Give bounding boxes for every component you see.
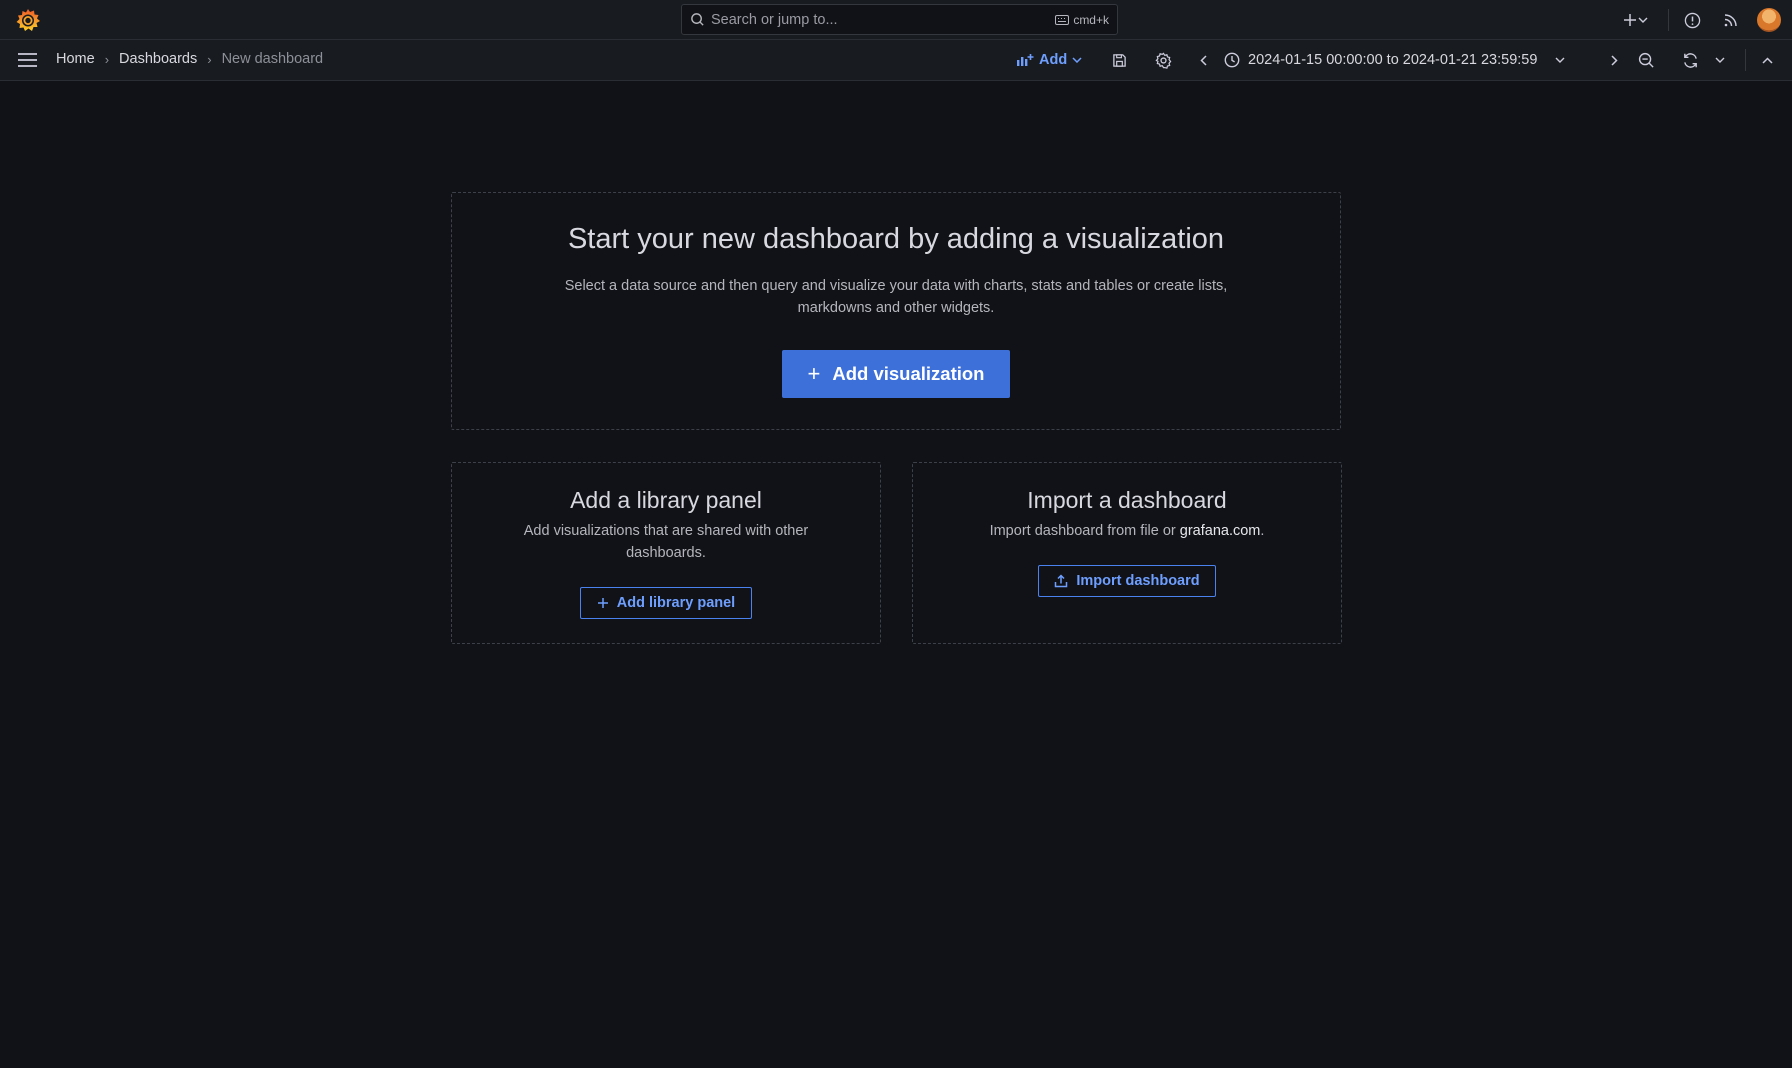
empty-dashboard-panel: Start your new dashboard by adding a vis… (451, 192, 1341, 430)
menu-icon[interactable] (17, 51, 38, 69)
library-panel-title: Add a library panel (570, 487, 762, 513)
import-dashboard-card: Import a dashboard Import dashboard from… (912, 462, 1342, 644)
plus-icon (597, 597, 609, 609)
chevron-right-icon[interactable] (1604, 50, 1624, 70)
import-dashboard-description: Import dashboard from file or grafana.co… (953, 520, 1301, 542)
search-input[interactable]: Search or jump to... cmd+k (681, 4, 1118, 35)
add-button[interactable]: Add (1016, 50, 1087, 70)
import-dashboard-title: Import a dashboard (1027, 487, 1227, 513)
breadcrumb-current: New dashboard (221, 51, 324, 67)
refresh-icon[interactable] (1680, 50, 1700, 70)
chevron-down-icon[interactable] (1637, 10, 1649, 30)
breadcrumb-home[interactable]: Home (56, 51, 95, 67)
add-panel-icon (1017, 54, 1034, 66)
breadcrumb-dashboards[interactable]: Dashboards (119, 51, 197, 67)
top-bar: Search or jump to... cmd+k (0, 0, 1792, 40)
clock-icon (1224, 52, 1240, 68)
chevron-right-icon: › (104, 51, 110, 67)
upload-icon (1054, 574, 1068, 588)
import-dashboard-button[interactable]: Import dashboard (1038, 565, 1216, 597)
add-library-panel-button[interactable]: Add library panel (580, 587, 752, 619)
empty-dashboard-description: Select a data source and then query and … (564, 278, 1228, 316)
keyboard-shortcut: cmd+k (1055, 13, 1109, 27)
save-icon[interactable] (1109, 50, 1129, 70)
import-dashboard-label: Import dashboard (1076, 573, 1200, 589)
chevron-down-icon (1555, 57, 1565, 63)
grafana-com-link[interactable]: grafana.com (1180, 523, 1261, 539)
add-visualization-button[interactable]: + Add visualization (782, 350, 1010, 398)
search-placeholder: Search or jump to... (711, 11, 838, 28)
add-visualization-label: Add visualization (832, 363, 985, 384)
empty-dashboard-title: Start your new dashboard by adding a vis… (567, 223, 1225, 255)
add-label: Add (1039, 52, 1068, 68)
chevron-down-icon (1072, 57, 1082, 63)
time-range-picker[interactable]: 2024-01-15 00:00:00 to 2024-01-21 23:59:… (1224, 50, 1565, 70)
plus-icon: + (807, 361, 821, 386)
library-panel-card: Add a library panel Add visualizations t… (451, 462, 881, 644)
time-range-label: 2024-01-15 00:00:00 to 2024-01-21 23:59:… (1248, 52, 1538, 68)
shortcut-label: cmd+k (1073, 12, 1109, 27)
chevron-right-icon: › (207, 51, 212, 67)
keyboard-icon (1055, 14, 1070, 25)
help-icon[interactable] (1682, 10, 1702, 30)
avatar[interactable] (1757, 8, 1781, 32)
toolbar: Home › Dashboards › New dashboard Add 20… (0, 40, 1792, 81)
import-description-suffix: . (1260, 523, 1265, 539)
search-icon (691, 13, 704, 26)
chevron-left-icon[interactable] (1193, 50, 1213, 70)
divider (1745, 49, 1746, 71)
library-panel-description: Add visualizations that are shared with … (523, 523, 809, 561)
grafana-logo-icon[interactable] (14, 7, 42, 33)
gear-icon[interactable] (1153, 50, 1173, 70)
divider (1668, 9, 1669, 31)
breadcrumb: Home › Dashboards › New dashboard (56, 51, 323, 67)
add-library-panel-label: Add library panel (616, 595, 736, 611)
rss-news-icon[interactable] (1721, 10, 1741, 30)
chevron-down-icon[interactable] (1714, 50, 1726, 70)
zoom-out-icon[interactable] (1636, 50, 1656, 70)
chevron-up-icon[interactable] (1757, 50, 1777, 70)
import-description-text: Import dashboard from file or (989, 523, 1180, 539)
